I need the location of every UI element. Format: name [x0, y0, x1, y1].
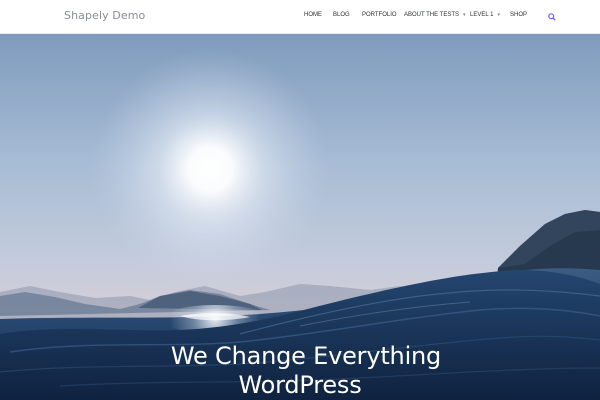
nav-item-label: ABOUT THE TESTS	[404, 12, 460, 18]
hero-title-line-2: WordPress	[238, 371, 362, 399]
nav-item-portfolio[interactable]: PORTFOLIO	[362, 12, 397, 18]
search-icon	[548, 13, 556, 21]
nav-item-about-the-tests[interactable]: ABOUT THE TESTS ▾	[404, 12, 466, 18]
nav-item-label: LEVEL 1	[470, 12, 494, 18]
nav-item-label: BLOG	[333, 12, 350, 18]
nav-item-shop[interactable]: SHOP	[510, 12, 527, 18]
main-navigation: HOME BLOG PORTFOLIO ABOUT THE TESTS ▾ LEV…	[0, 0, 600, 34]
search-button[interactable]	[544, 9, 560, 25]
hero-title: We Change Everything WordPress	[0, 342, 600, 400]
chevron-down-icon: ▾	[497, 12, 500, 18]
chevron-down-icon: ▾	[463, 12, 466, 18]
site-header: Shapely Demo HOME BLOG PORTFOLIO ABOUT T…	[0, 0, 600, 34]
nav-item-label: HOME	[304, 12, 322, 18]
nav-item-label: PORTFOLIO	[362, 12, 397, 18]
hero-title-line-1: We Change Everything	[170, 342, 442, 370]
nav-item-label: SHOP	[510, 12, 528, 18]
hero-section: We Change Everything WordPress	[0, 34, 600, 400]
nav-item-blog[interactable]: BLOG	[333, 12, 350, 18]
nav-item-level-1[interactable]: LEVEL 1 ▾	[470, 12, 500, 18]
nav-item-home[interactable]: HOME	[304, 12, 322, 18]
